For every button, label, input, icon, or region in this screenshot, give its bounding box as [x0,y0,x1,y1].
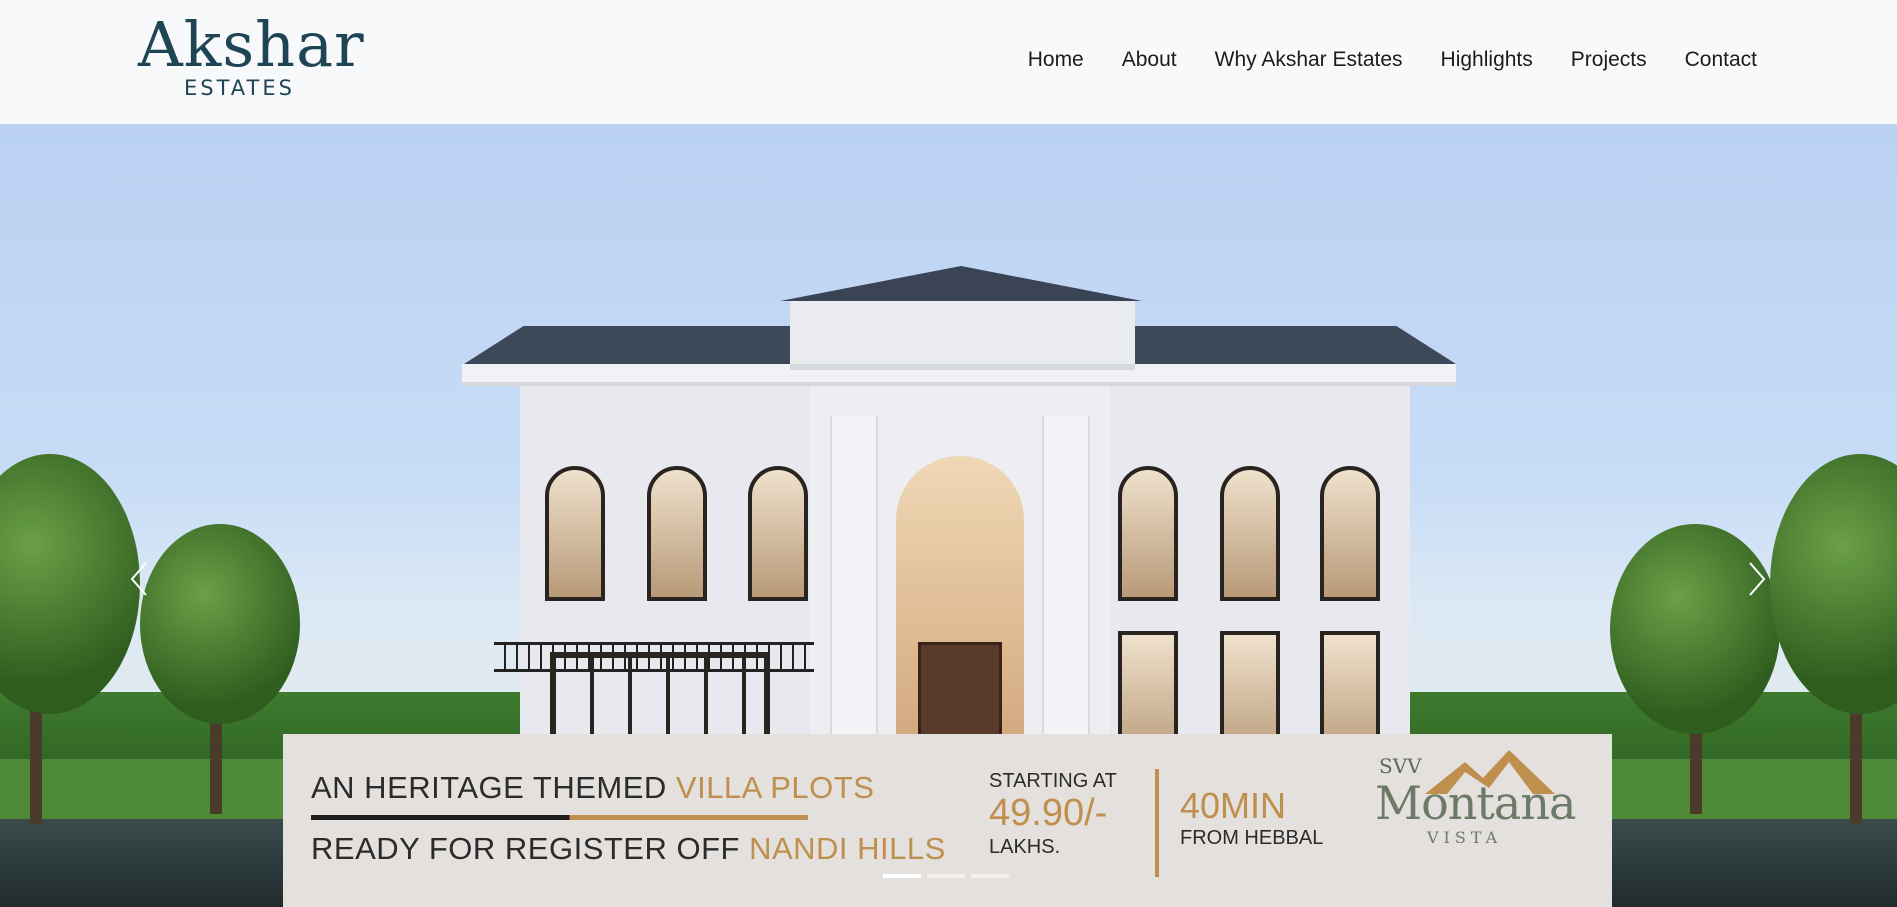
svv-montana-vista-logo: SVV Montana VISTA [1375,748,1576,858]
villa-window [1220,466,1280,601]
villa-window [1320,466,1380,601]
main-nav: Home About Why Akshar Estates Highlights… [1028,48,1757,72]
slider-indicators [883,874,1009,878]
tree [140,524,300,724]
villa-image [450,266,1460,766]
site-header: Akshar ESTATES Home About Why Akshar Est… [0,0,1897,124]
nav-why-akshar-estates[interactable]: Why Akshar Estates [1215,48,1403,72]
banner-subline: READY FOR REGISTER OFF NANDI HILLS [311,831,946,867]
slider-next-button[interactable] [1740,559,1770,599]
villa-column [1042,416,1090,766]
banner-headline: AN HERITAGE THEMED VILLA PLOTS [311,770,874,806]
subline-prefix: READY FOR REGISTER OFF [311,831,750,866]
price-unit: LAKHS. [989,836,1061,858]
price-value: 49.90/- [989,792,1108,834]
slide-indicator-2[interactable] [927,874,965,878]
logo-sub-text: ESTATES [184,76,295,100]
headline-prefix: AN HERITAGE THEMED [311,770,676,805]
tree [0,454,140,714]
villa-window [647,466,707,601]
headline-underline [311,815,808,820]
project-logo-suffix: VISTA [1427,828,1503,847]
akshar-estates-logo[interactable]: Akshar ESTATES [138,10,364,105]
nav-about[interactable]: About [1122,48,1177,72]
headline-highlight: VILLA PLOTS [675,770,875,805]
nav-home[interactable]: Home [1028,48,1084,72]
nav-contact[interactable]: Contact [1685,48,1757,72]
nav-highlights[interactable]: Highlights [1441,48,1533,72]
chevron-right-icon [1749,562,1766,596]
villa-roof-top [780,266,1142,301]
villa-window [1118,466,1178,601]
tree [1770,454,1897,714]
distance-value: 40MIN [1180,785,1287,826]
chevron-left-icon [130,562,147,596]
tree [1610,524,1780,734]
villa-pediment [790,300,1135,370]
nav-projects[interactable]: Projects [1571,48,1647,72]
slide-indicator-3[interactable] [971,874,1009,878]
villa-window [545,466,605,601]
logo-main-text: Akshar [138,8,365,81]
price-label: STARTING AT [989,770,1117,792]
subline-highlight: NANDI HILLS [749,831,946,866]
project-logo-prefix: SVV [1379,754,1422,778]
project-logo-name: Montana [1375,776,1576,830]
villa-window [748,466,808,601]
project-info-banner: AN HERITAGE THEMED VILLA PLOTS READY FOR… [283,734,1612,907]
banner-divider [1155,769,1159,877]
slider-prev-button[interactable] [126,559,156,599]
slide-indicator-1[interactable] [883,874,921,878]
villa-column [830,416,878,766]
distance-label: FROM HEBBAL [1180,827,1324,849]
